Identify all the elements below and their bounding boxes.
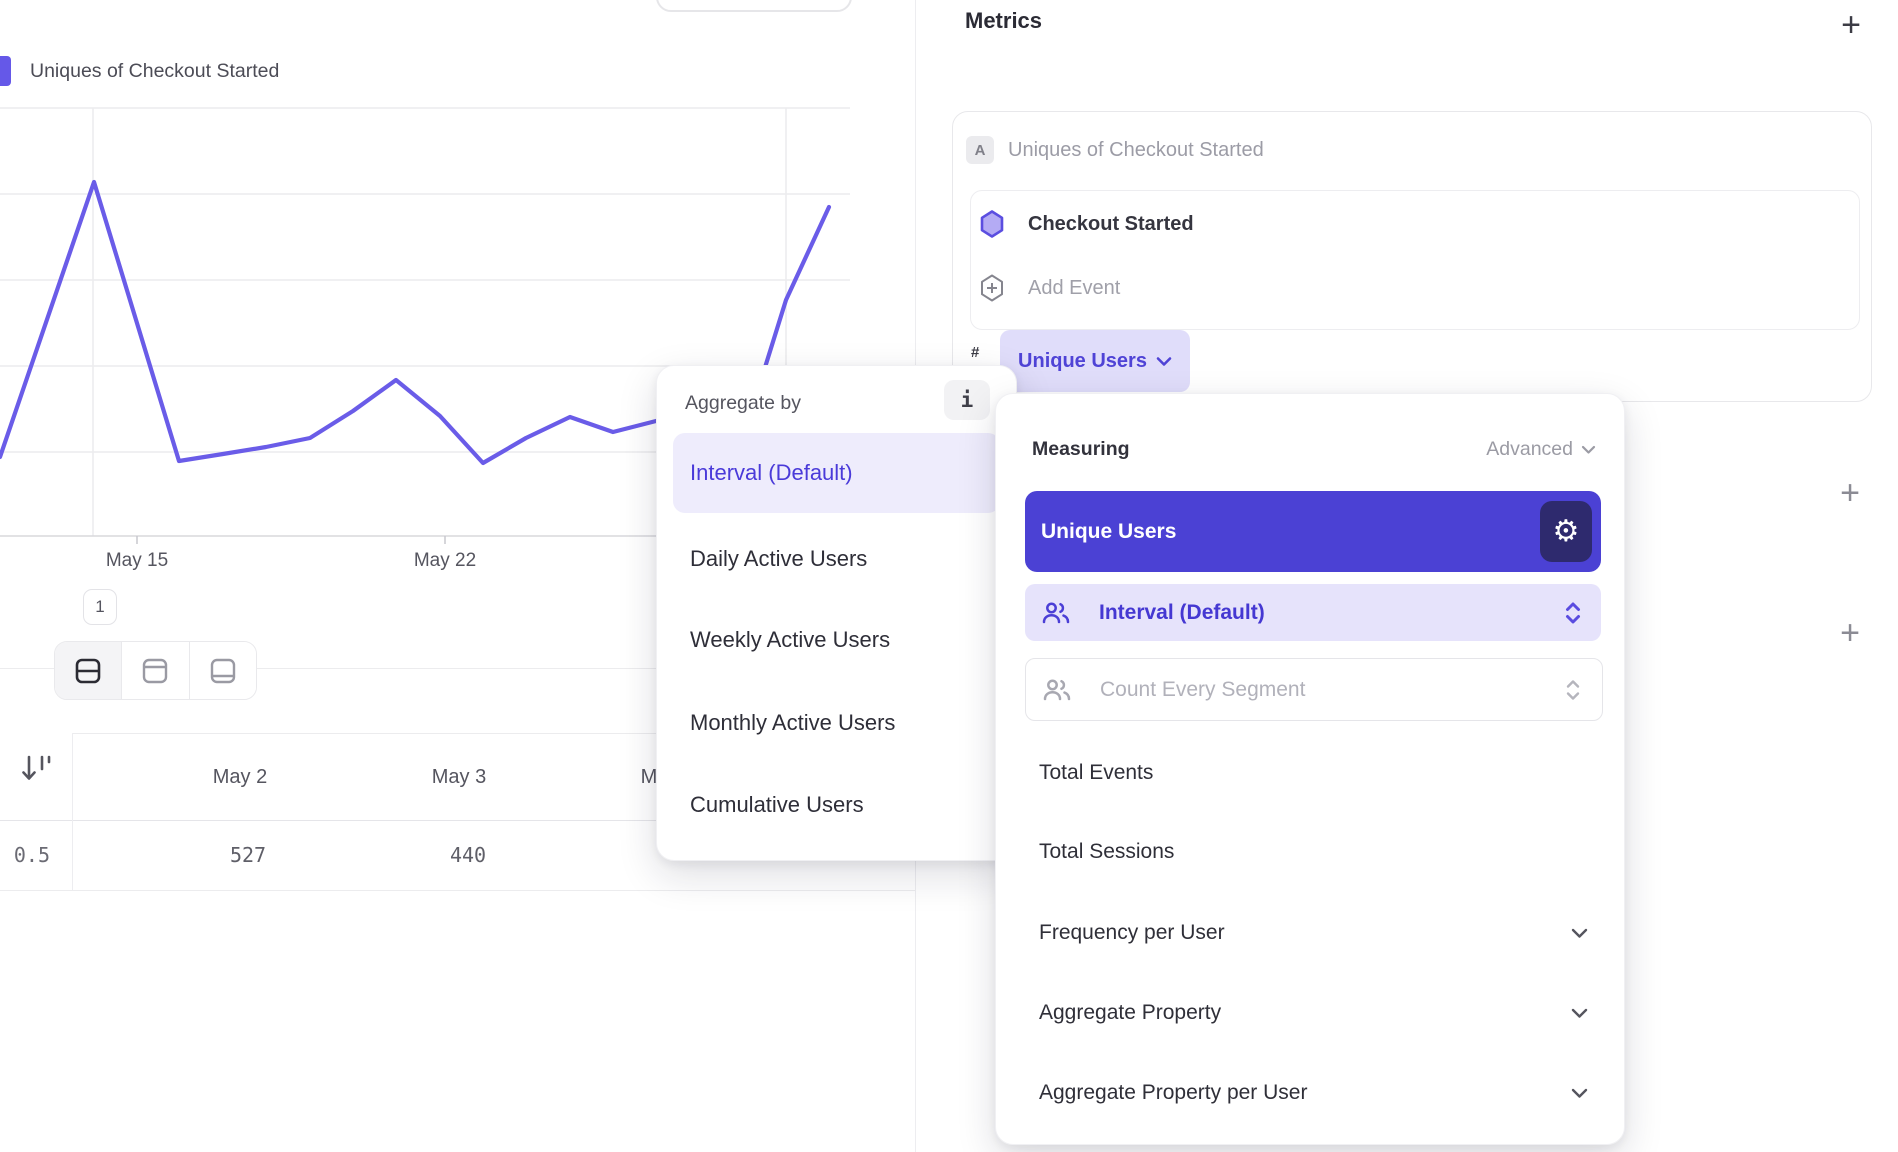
event-hexagon-icon (980, 210, 1004, 238)
table-cell-may-2[interactable]: 527 (188, 840, 308, 870)
legend-color-chip (0, 56, 11, 86)
advanced-label: Advanced (1486, 438, 1573, 461)
chevron-down-icon (1581, 445, 1596, 455)
count-every-segment-label: Count Every Segment (1100, 678, 1305, 702)
x-tick-may-22: May 22 (385, 550, 505, 572)
add-breakdown-button[interactable]: + (1830, 610, 1870, 656)
unique-users-label: Unique Users (1041, 491, 1176, 572)
interval-default-label: Interval (Default) (1099, 601, 1265, 625)
metrics-panel-title: Metrics (965, 8, 1042, 34)
add-event-button[interactable]: Add Event (1028, 274, 1120, 302)
sort-descending-icon[interactable] (21, 751, 55, 791)
interval-default-row[interactable]: Interval (Default) (1025, 584, 1601, 641)
unfold-icon (1563, 601, 1583, 625)
split-view-button[interactable] (55, 642, 122, 699)
chevron-down-icon (1156, 356, 1172, 367)
metric-letter-badge: A (966, 136, 994, 164)
page-number-badge[interactable]: 1 (83, 589, 117, 625)
unique-users-chip[interactable]: Unique Users (1000, 330, 1190, 392)
table-bottom-view-icon (208, 656, 238, 686)
unfold-icon (1564, 679, 1582, 701)
menu-item-weekly-active-users[interactable]: Weekly Active Users (690, 624, 890, 656)
menu-item-cumulative-users[interactable]: Cumulative Users (690, 789, 864, 821)
aggregate-by-title: Aggregate by (685, 392, 801, 415)
info-icon[interactable]: i (944, 380, 990, 420)
x-tick-may-15: May 15 (77, 550, 197, 572)
table-cell-may-3[interactable]: 440 (408, 840, 528, 870)
add-filter-button[interactable]: + (1830, 470, 1870, 516)
menu-item-aggregate-property[interactable]: Aggregate Property (1039, 998, 1221, 1028)
count-every-segment-row[interactable]: Count Every Segment (1025, 658, 1603, 721)
split-view-icon (73, 656, 103, 686)
add-metric-button[interactable]: + (1832, 2, 1870, 48)
chart-top-view-button[interactable] (122, 642, 189, 699)
gear-button[interactable]: ⚙ (1540, 501, 1592, 562)
legend-series-label: Uniques of Checkout Started (30, 56, 279, 86)
measure-type-symbol: # (971, 344, 979, 361)
menu-item-interval-default[interactable]: Interval (Default) (673, 433, 1000, 513)
menu-item-total-events[interactable]: Total Events (1039, 758, 1153, 788)
chart-top-view-icon (140, 656, 170, 686)
chevron-down-icon (1571, 928, 1588, 939)
table-row-border (0, 890, 915, 891)
users-icon (1042, 677, 1072, 703)
chevron-down-icon (1571, 1088, 1588, 1099)
chevron-down-icon (1571, 1008, 1588, 1019)
metric-name[interactable]: Uniques of Checkout Started (1008, 136, 1264, 164)
users-icon (1041, 600, 1071, 626)
table-col-border (72, 733, 73, 890)
table-header-may-3[interactable]: May 3 (399, 762, 519, 792)
menu-item-total-sessions[interactable]: Total Sessions (1039, 837, 1174, 867)
advanced-toggle[interactable]: Advanced (1486, 438, 1596, 461)
menu-item-monthly-active-users[interactable]: Monthly Active Users (690, 707, 895, 739)
measuring-popover: Measuring Advanced Unique Users ⚙ Interv… (995, 393, 1625, 1145)
table-row-label: 0.5 (0, 840, 50, 870)
event-name[interactable]: Checkout Started (1028, 210, 1194, 238)
table-bottom-view-button[interactable] (190, 642, 256, 699)
unique-users-selected-button[interactable]: Unique Users ⚙ (1025, 491, 1601, 572)
measuring-title: Measuring (1032, 438, 1130, 461)
add-event-icon (980, 274, 1004, 302)
menu-item-label: Interval (Default) (690, 433, 853, 513)
aggregate-by-popover: Aggregate by i Interval (Default) Daily … (656, 365, 1017, 861)
gear-icon: ⚙ (1553, 514, 1580, 549)
menu-item-aggregate-property-per-user[interactable]: Aggregate Property per User (1039, 1078, 1307, 1108)
layout-toggle-group (54, 641, 257, 700)
menu-item-daily-active-users[interactable]: Daily Active Users (690, 543, 867, 575)
toolbar-pill-partial[interactable] (656, 0, 852, 12)
insights-report-page: Uniques of Checkout Started May 15 May 2… (0, 0, 1898, 1152)
table-header-may-2[interactable]: May 2 (180, 762, 300, 792)
unique-users-chip-label: Unique Users (1018, 350, 1147, 373)
menu-item-frequency-per-user[interactable]: Frequency per User (1039, 918, 1225, 948)
